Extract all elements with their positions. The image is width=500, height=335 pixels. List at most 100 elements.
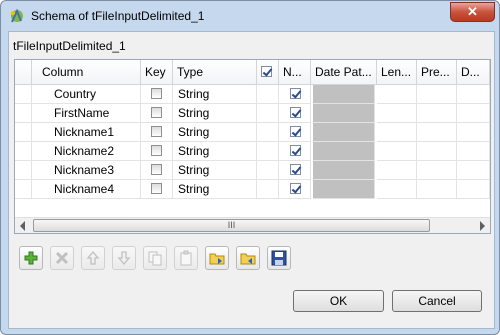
key-checkbox[interactable] <box>151 126 162 137</box>
nullable-cell[interactable] <box>257 104 301 123</box>
column-name-cell[interactable]: Country <box>32 85 141 104</box>
precision-cell[interactable] <box>417 180 457 199</box>
row-selector-cell[interactable] <box>15 142 32 161</box>
column-name-cell[interactable]: Nickname3 <box>32 161 141 180</box>
nullable-cell[interactable] <box>257 161 301 180</box>
nullable-cell[interactable] <box>257 85 301 104</box>
key-cell[interactable] <box>141 161 173 180</box>
row-selector-cell[interactable] <box>15 161 32 180</box>
date-pattern-cell[interactable] <box>313 142 375 161</box>
precision-cell[interactable] <box>417 142 457 161</box>
type-cell[interactable]: String <box>173 85 257 104</box>
table-row[interactable]: Nickname2 String <box>15 142 490 161</box>
row-selector-cell[interactable] <box>15 85 32 104</box>
nullable-spacer-cell[interactable] <box>279 104 311 123</box>
key-checkbox[interactable] <box>151 183 162 194</box>
type-cell[interactable]: String <box>173 161 257 180</box>
move-up-button[interactable] <box>81 246 105 270</box>
move-down-button[interactable] <box>112 246 136 270</box>
export-icon <box>240 253 256 265</box>
date-pattern-cell[interactable] <box>313 180 375 199</box>
header-nullable[interactable]: N... <box>279 60 311 84</box>
row-selector-cell[interactable] <box>15 104 32 123</box>
horizontal-scrollbar[interactable]: III <box>15 217 490 233</box>
default-cell[interactable] <box>457 142 490 161</box>
default-cell[interactable] <box>457 123 490 142</box>
scroll-right-arrow-icon[interactable] <box>480 221 485 231</box>
nullable-cell[interactable] <box>257 180 301 199</box>
table-row[interactable]: Nickname4 String <box>15 180 490 199</box>
column-name-cell[interactable]: Nickname1 <box>32 123 141 142</box>
key-cell[interactable] <box>141 180 173 199</box>
type-cell[interactable]: String <box>173 180 257 199</box>
nullable-cell[interactable] <box>257 142 301 161</box>
column-name-cell[interactable]: FirstName <box>32 104 141 123</box>
default-cell[interactable] <box>457 180 490 199</box>
copy-button[interactable] <box>143 246 167 270</box>
length-cell[interactable] <box>377 85 417 104</box>
row-selector-cell[interactable] <box>15 180 32 199</box>
row-selector-cell[interactable] <box>15 123 32 142</box>
key-cell[interactable] <box>141 142 173 161</box>
type-cell[interactable]: String <box>173 142 257 161</box>
key-cell[interactable] <box>141 104 173 123</box>
nullable-spacer-cell[interactable] <box>279 180 311 199</box>
date-pattern-cell[interactable] <box>313 104 375 123</box>
precision-cell[interactable] <box>417 123 457 142</box>
nullable-cell[interactable] <box>257 123 301 142</box>
default-cell[interactable] <box>457 104 490 123</box>
nullable-select-all-checkbox[interactable] <box>261 66 272 77</box>
scroll-left-arrow-icon[interactable] <box>20 221 25 231</box>
precision-cell[interactable] <box>417 161 457 180</box>
key-checkbox[interactable] <box>151 107 162 118</box>
header-date-pattern[interactable]: Date Pat... <box>311 60 377 84</box>
length-cell[interactable] <box>377 142 417 161</box>
header-key[interactable]: Key <box>141 60 173 84</box>
nullable-spacer-cell[interactable] <box>279 123 311 142</box>
type-cell[interactable]: String <box>173 123 257 142</box>
header-length[interactable]: Len... <box>377 60 417 84</box>
table-row[interactable]: Nickname3 String <box>15 161 490 180</box>
paste-button[interactable] <box>174 246 198 270</box>
length-cell[interactable] <box>377 180 417 199</box>
header-precision[interactable]: Pre... <box>417 60 457 84</box>
cancel-button[interactable]: Cancel <box>392 290 482 312</box>
save-button[interactable] <box>267 246 291 270</box>
import-button[interactable] <box>205 246 229 270</box>
date-pattern-cell[interactable] <box>313 161 375 180</box>
header-default[interactable]: D... <box>457 60 490 84</box>
length-cell[interactable] <box>377 123 417 142</box>
scrollbar-thumb[interactable]: III <box>33 219 430 232</box>
add-row-button[interactable] <box>19 246 43 270</box>
nullable-spacer-cell[interactable] <box>279 161 311 180</box>
export-button[interactable] <box>236 246 260 270</box>
nullable-spacer-cell[interactable] <box>279 85 311 104</box>
default-cell[interactable] <box>457 161 490 180</box>
close-button[interactable]: ✕ <box>450 2 495 22</box>
table-row[interactable]: FirstName String <box>15 104 490 123</box>
length-cell[interactable] <box>377 161 417 180</box>
date-pattern-cell[interactable] <box>313 85 375 104</box>
precision-cell[interactable] <box>417 85 457 104</box>
key-cell[interactable] <box>141 85 173 104</box>
key-checkbox[interactable] <box>151 164 162 175</box>
type-cell[interactable]: String <box>173 104 257 123</box>
header-type[interactable]: Type <box>173 60 257 84</box>
header-column[interactable]: Column <box>32 60 141 84</box>
key-cell[interactable] <box>141 123 173 142</box>
table-row[interactable]: Country String <box>15 85 490 104</box>
ok-button[interactable]: OK <box>293 290 384 312</box>
date-pattern-cell[interactable] <box>313 123 375 142</box>
column-name-cell[interactable]: Nickname4 <box>32 180 141 199</box>
header-nullable-toggle[interactable] <box>257 60 279 84</box>
key-checkbox[interactable] <box>151 88 162 99</box>
key-checkbox[interactable] <box>151 145 162 156</box>
precision-cell[interactable] <box>417 104 457 123</box>
table-row[interactable]: Nickname1 String <box>15 123 490 142</box>
column-name-cell[interactable]: Nickname2 <box>32 142 141 161</box>
length-cell[interactable] <box>377 104 417 123</box>
default-cell[interactable] <box>457 85 490 104</box>
delete-row-button[interactable] <box>50 246 74 270</box>
nullable-spacer-cell[interactable] <box>279 142 311 161</box>
title-bar[interactable]: Schema of tFileInputDelimited_1 ✕ <box>1 1 499 31</box>
